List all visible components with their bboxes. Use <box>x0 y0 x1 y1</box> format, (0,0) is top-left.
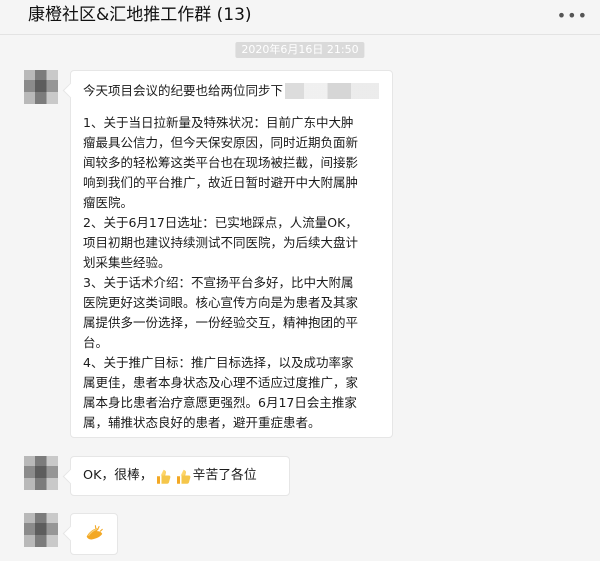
message-bubble[interactable]: 今天项目会议的纪要也给两位同步下 1、关于当日拉新量及特殊状况：目前广东中大肿 … <box>70 70 393 438</box>
chat-title: 康橙社区&汇地推工作群 (13) <box>28 5 252 25</box>
avatar[interactable] <box>24 513 58 547</box>
avatar[interactable] <box>24 456 58 490</box>
message-bubble[interactable] <box>70 513 118 555</box>
more-options-icon[interactable]: ••• <box>557 6 588 25</box>
clap-icon <box>86 525 103 540</box>
chat-title-bar: 康橙社区&汇地推工作群 (13) ••• <box>0 0 600 35</box>
thumbs-up-icon <box>176 469 191 484</box>
message-bubble[interactable]: OK，很棒， 辛苦了各位 <box>70 456 290 496</box>
thumbs-up-icon <box>156 469 171 484</box>
reply-text-after: 辛苦了各位 <box>192 468 257 483</box>
avatar[interactable] <box>24 70 58 104</box>
message-first-line: 今天项目会议的纪要也给两位同步下 <box>83 83 284 98</box>
message-body: 1、关于当日拉新量及特殊状况：目前广东中大肿 瘤最具公信力，但今天保安原因，同时… <box>83 115 359 430</box>
blurred-mention <box>285 83 380 99</box>
reply-text-before: OK，很棒， <box>83 468 153 483</box>
message-timestamp: 2020年6月16日 21:50 <box>235 42 365 58</box>
